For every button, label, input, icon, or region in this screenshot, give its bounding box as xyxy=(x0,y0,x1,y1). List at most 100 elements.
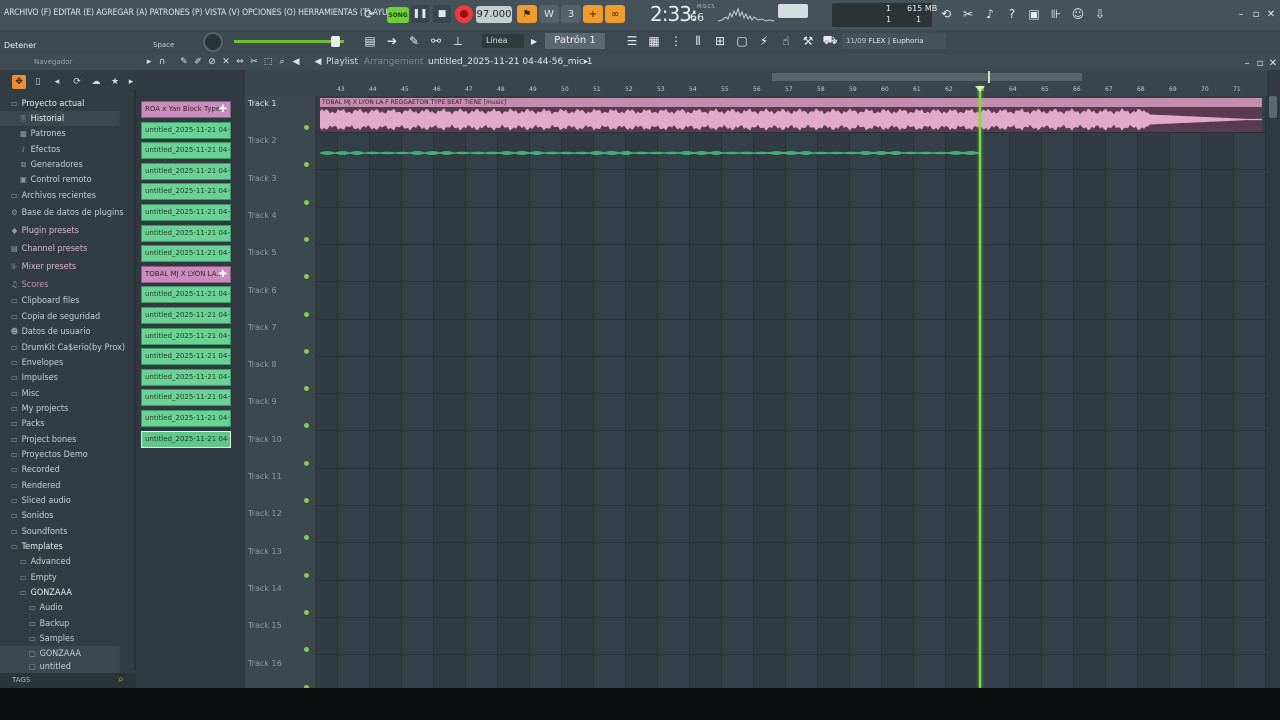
browser-item[interactable]: ▭ Project bones xyxy=(0,432,120,447)
zoom-tool-icon[interactable]: ⌕ xyxy=(276,56,288,68)
arrow-right-icon[interactable]: ➔ xyxy=(382,31,402,51)
track-name[interactable]: Track 11 xyxy=(248,472,282,481)
clip-source-button[interactable]: untitled_2025-11-21 04-... xyxy=(141,307,231,324)
stamp-icon[interactable]: ⊥ xyxy=(448,31,468,51)
browser-item[interactable]: ▭ DrumKit Ca$erio(by Prox) xyxy=(0,340,125,355)
vertical-scroll-thumb[interactable] xyxy=(1269,96,1277,118)
clip-add-icon[interactable]: ✚ xyxy=(219,102,227,117)
clip-source-button[interactable]: untitled_2025-11-21 04-... xyxy=(141,204,231,221)
mixer-view-icon[interactable]: ⫴ xyxy=(688,31,708,51)
track-name[interactable]: Track 4 xyxy=(248,211,277,220)
slice-tool-icon[interactable]: ✂ xyxy=(248,56,260,68)
delete-tool-icon[interactable]: ⊘ xyxy=(206,56,218,68)
mute-tool-icon[interactable]: ✕ xyxy=(220,56,232,68)
clip-source-button[interactable]: untitled_2025-11-21 04-... xyxy=(141,286,231,304)
audio-clip[interactable]: TOBAL MJ X LYON LA F REGGAETON TYPE BEAT… xyxy=(320,98,1262,132)
save-icon[interactable]: ▣ xyxy=(1024,4,1044,24)
browser-item[interactable]: ▭ Samples xyxy=(0,631,120,646)
track-lane[interactable] xyxy=(315,581,1267,618)
search-icon[interactable]: ⌕ xyxy=(118,674,130,686)
touch-icon[interactable]: ☝ xyxy=(776,31,796,51)
browser-item[interactable]: ⊪ Mixer presets xyxy=(0,259,120,274)
link-icon[interactable]: ⚯ xyxy=(426,31,446,51)
browser-item[interactable]: ▭ Templates xyxy=(0,539,120,554)
tools-icon[interactable]: ⚒ xyxy=(798,31,818,51)
browser-item[interactable]: ◆ Plugin presets xyxy=(0,223,120,238)
browser-item[interactable]: ▭ Rendered xyxy=(0,478,120,493)
browser-item[interactable]: ▭ Sonidos xyxy=(0,508,120,523)
cut-icon[interactable]: ✂ xyxy=(958,4,978,24)
track-lane[interactable] xyxy=(315,469,1267,506)
track-mute-led[interactable] xyxy=(304,274,309,280)
track-lane[interactable] xyxy=(315,283,1267,320)
browser-item[interactable]: ▢ untitled xyxy=(0,659,120,674)
browser-item[interactable]: ▭ GONZAAA xyxy=(0,585,120,600)
clip-source-button[interactable]: untitled_2025-11-21 04-... xyxy=(141,183,231,201)
slip-tool-icon[interactable]: ⇔ xyxy=(234,56,246,68)
song-name[interactable]: untitled_2025-11-21 04-44-56_mic 1 xyxy=(428,57,593,67)
track-mute-led[interactable] xyxy=(304,348,309,354)
track-mute-led[interactable] xyxy=(304,311,309,317)
download-icon[interactable]: ⇩ xyxy=(1090,4,1110,24)
track-mute-led[interactable] xyxy=(304,498,309,503)
track-lane[interactable] xyxy=(315,618,1267,656)
clip-source-button[interactable]: untitled_2025-11-21 04-... xyxy=(141,245,231,263)
track-mute-led[interactable] xyxy=(304,535,309,541)
master-volume-slider[interactable] xyxy=(234,40,344,43)
browser-item[interactable]: ▭ Envelopes xyxy=(0,355,120,370)
clip-source-button[interactable]: untitled_2025-11-21 04-... xyxy=(141,162,231,180)
track-mute-led[interactable] xyxy=(304,236,309,242)
clip-source-button[interactable]: untitled_2025-11-21 04-... xyxy=(141,348,231,366)
arrangement-label[interactable]: Arrangement xyxy=(364,57,423,67)
browser-item[interactable]: ▭ Recorded xyxy=(0,462,120,477)
song-selector-icon[interactable]: ▸ xyxy=(580,56,592,68)
loop-record-icon[interactable]: ∞ xyxy=(605,5,625,23)
browser-item[interactable]: ▭ Clipboard files xyxy=(0,293,120,308)
track-name[interactable]: Track 10 xyxy=(248,435,282,444)
track-lane[interactable] xyxy=(315,320,1267,357)
track-lane[interactable] xyxy=(315,506,1267,544)
browser-item[interactable]: ▭ Packs xyxy=(0,416,120,431)
browser-item[interactable]: ▭ Soundfonts xyxy=(0,524,120,539)
browser-item[interactable]: ▭ Copia de seguridad xyxy=(0,309,120,324)
browser-files-icon[interactable]: ▯ xyxy=(31,75,45,89)
snap-select[interactable]: Línea xyxy=(482,34,524,48)
track-mute-led[interactable] xyxy=(304,572,309,578)
metronome-icon[interactable]: ⚑ xyxy=(517,5,537,23)
track-name[interactable]: Track 7 xyxy=(248,323,277,332)
browser-item[interactable]: ▦ Patrones xyxy=(0,126,120,141)
clip-source-button[interactable]: untitled_2025-11-21 04-... xyxy=(141,410,231,427)
song-mode-button[interactable]: SONG xyxy=(387,7,409,23)
browser-item[interactable]: ▭ Sliced audio xyxy=(0,493,120,508)
clip-source-button[interactable]: untitled_2025-11-21 04-... xyxy=(141,430,231,448)
playlist-vertical-scrollbar[interactable] xyxy=(1267,70,1280,688)
news-panel[interactable]: 11/09 FLEX | Euphoria xyxy=(842,33,946,49)
maximize-icon[interactable]: ▫ xyxy=(1249,7,1263,21)
shop-icon[interactable]: ⛟ xyxy=(820,31,840,51)
browser-item[interactable]: ♫ Scores xyxy=(0,277,120,292)
playlist-maximize-icon[interactable]: ▫ xyxy=(1253,56,1267,70)
clip-source-button[interactable]: TOBAL MJ X LYON LA... ✚ xyxy=(141,265,231,283)
track-mute-led[interactable] xyxy=(304,386,309,392)
main-menu[interactable]: ARCHIVO (F) EDITAR (E) AGREGAR (A) PATRO… xyxy=(4,8,399,18)
track-mute-led[interactable] xyxy=(304,647,309,653)
track-name[interactable]: Track 9 xyxy=(248,397,277,406)
piano-roll-icon[interactable]: ▤ xyxy=(360,31,380,51)
browser-item[interactable]: ▭ Audio xyxy=(0,600,120,615)
browser-all-icon[interactable]: ✥ xyxy=(12,75,26,89)
track-mute-led[interactable] xyxy=(304,162,309,168)
overview-scrollbar[interactable] xyxy=(772,73,1082,81)
playlist-minimize-icon[interactable]: – xyxy=(1240,56,1254,70)
browser-item[interactable]: ▭ Proyectos Demo xyxy=(0,447,120,462)
clip-source-button[interactable]: untitled_2025-11-21 04-... xyxy=(141,327,231,345)
clip-source-button[interactable]: untitled_2025-11-21 04-... xyxy=(141,368,231,386)
magnet-icon[interactable]: ∩ xyxy=(156,56,168,68)
routing-icon[interactable]: ⊞ xyxy=(710,31,730,51)
master-volume-handle[interactable] xyxy=(331,36,340,47)
loop-icon[interactable]: ⟳ xyxy=(359,4,379,24)
browser-item[interactable]: ▤ Channel presets xyxy=(0,241,120,256)
paint-tool-icon[interactable]: ✐ xyxy=(192,56,204,68)
browser-item[interactable]: ⎘ Historial xyxy=(0,111,120,126)
stop-button[interactable]: ■ xyxy=(433,5,451,23)
track-name[interactable]: Track 6 xyxy=(248,286,277,295)
